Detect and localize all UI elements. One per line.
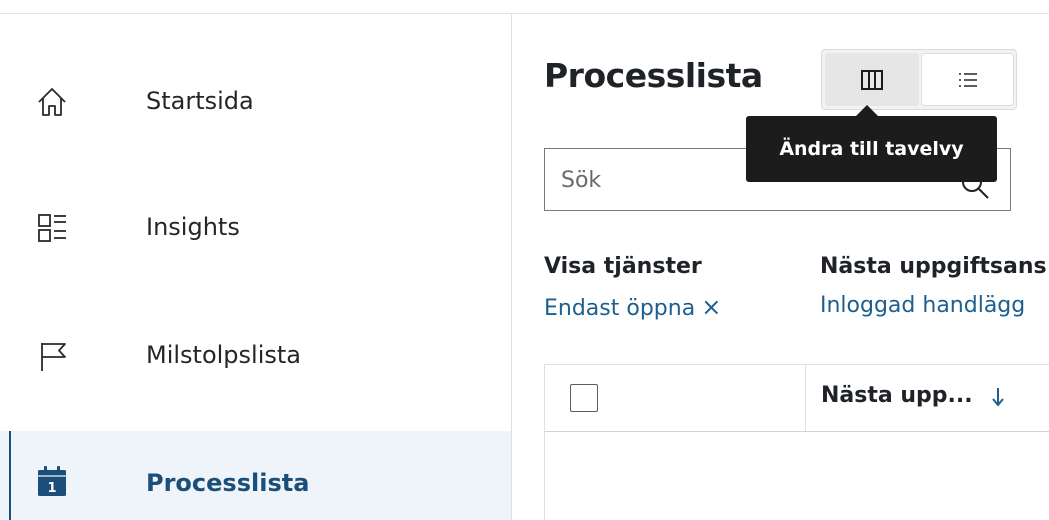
sidebar-item-processlista[interactable]: 1 Processlista: [0, 431, 511, 520]
filter-services-value[interactable]: Endast öppna ×: [544, 293, 721, 321]
table-body: [544, 432, 1049, 520]
sidebar-item-label: Processlista: [146, 469, 310, 497]
board-view-icon: [861, 69, 883, 90]
calendar-icon-badge: 1: [47, 481, 56, 496]
board-view-button[interactable]: [825, 53, 919, 106]
filter-next-task-title: Nästa uppgiftsans: [820, 254, 1047, 279]
insights-list-icon: [38, 214, 66, 242]
sidebar-item-label: Startsida: [146, 87, 254, 115]
sidebar-item-startsida[interactable]: Startsida: [0, 57, 511, 145]
sort-descending-icon[interactable]: [988, 385, 1008, 409]
flag-icon: [41, 343, 66, 371]
select-all-checkbox[interactable]: [570, 384, 598, 412]
list-view-icon: [958, 72, 977, 87]
list-view-button[interactable]: [921, 53, 1014, 106]
table-header: [544, 364, 1049, 432]
sidebar: Startsida Insights Milstolpslista 1 Proc…: [0, 14, 512, 520]
view-tooltip: Ändra till tavelvy: [746, 105, 997, 182]
column-divider: [805, 365, 806, 431]
sidebar-item-label: Milstolpslista: [146, 341, 302, 369]
home-icon: [38, 88, 66, 116]
page-title: Processlista: [544, 56, 763, 95]
sidebar-item-label: Insights: [146, 213, 240, 241]
view-toggle: [821, 49, 1017, 110]
filter-services-value-label: Endast öppna: [544, 296, 696, 321]
clear-filter-icon[interactable]: ×: [701, 293, 721, 321]
filter-services-title: Visa tjänster: [544, 254, 702, 279]
sidebar-item-milstolpslista[interactable]: Milstolpslista: [0, 313, 511, 401]
calendar-icon: 1: [38, 466, 66, 496]
column-header-next-task[interactable]: Nästa upp...: [821, 383, 973, 408]
sidebar-item-insights[interactable]: Insights: [0, 185, 511, 273]
filter-next-task-value[interactable]: Inloggad handlägg: [820, 293, 1025, 318]
